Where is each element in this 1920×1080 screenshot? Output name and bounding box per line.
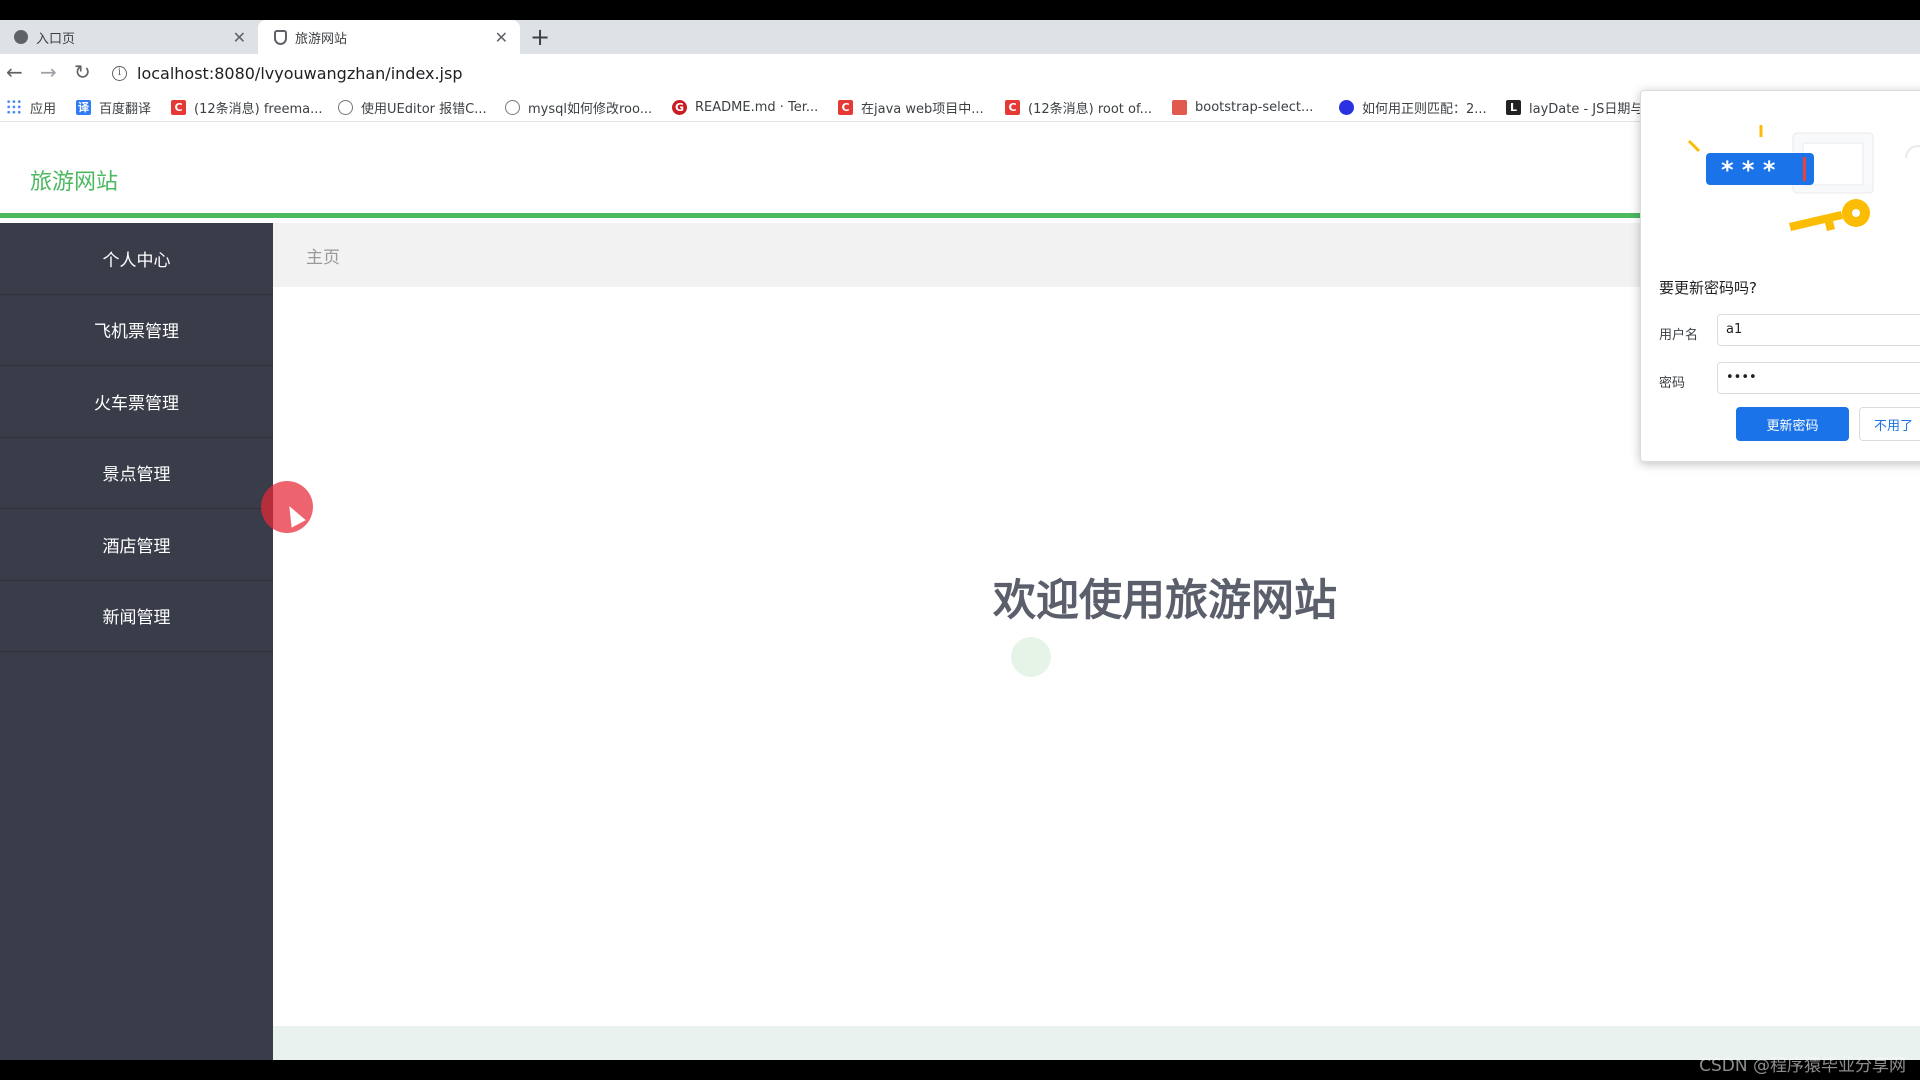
sidebar-item-personal-center[interactable]: 个人中心 [0,223,273,295]
bookmark-label: (12条消息) freema... [194,101,323,117]
bookmark-item[interactable]: C 在java web项目中... [838,97,984,117]
bookmark-icon [338,99,353,115]
browser-window: 入口页 ✕ 旅游网站 ✕ + ← → ↻ i localhost:8080/lv… [0,20,1920,1060]
bookmark-icon [505,99,520,115]
bookmark-label: README.md · Ter... [695,99,819,115]
bookmark-label: bootstrap-select... [1195,99,1314,115]
sidebar-item-attractions[interactable]: 景点管理 [0,438,273,509]
bookmark-label: (12条消息) root of... [1028,101,1152,117]
info-icon[interactable]: i [112,65,127,81]
decline-button[interactable]: 不用了 [1859,407,1920,441]
baidu-icon [1339,99,1354,115]
back-button[interactable]: ← [6,61,23,83]
popup-title: 要更新密码吗? [1659,279,1757,297]
password-label: 密码 [1659,376,1686,391]
layui-icon: L [1506,99,1521,115]
sidebar-item-hotels[interactable]: 酒店管理 [0,509,273,581]
bookmarks-bar: 应用 译 百度翻译 C (12条消息) freema... 使用UEditor … [0,92,1920,122]
tab-title: 入口页 [36,31,76,47]
bookmark-item[interactable]: bootstrap-select... [1172,97,1313,117]
apps-icon [6,99,22,115]
welcome-heading: 欢迎使用旅游网站 [993,576,1337,626]
close-icon[interactable]: ✕ [495,28,508,47]
tab-strip: 入口页 ✕ 旅游网站 ✕ + [0,20,1920,54]
url-text: localhost:8080/lvyouwangzhan/index.jsp [137,63,463,83]
sidebar-item-news[interactable]: 新闻管理 [0,581,273,652]
bookmark-item[interactable]: 译 百度翻译 [76,97,151,117]
illustration-stars: * * * [1721,156,1776,184]
csdn-icon: C [838,99,853,115]
watermark: CSDN @程序猿毕业分享网 [1699,1056,1906,1076]
loading-spinner [1011,637,1051,677]
bookmark-label: 在java web项目中... [861,101,984,117]
screen: 入口页 ✕ 旅游网站 ✕ + ← → ↻ i localhost:8080/lv… [0,0,1920,1080]
key-password-illustration: * * * [1687,125,1920,231]
bookmark-item[interactable]: mysql如何修改roo... [505,97,652,117]
new-tab-button[interactable]: + [530,24,550,50]
csdn-icon: C [1005,99,1020,115]
bookmark-item[interactable]: G README.md · Ter... [672,97,818,117]
bookmark-label: 如何用正则匹配：2... [1362,101,1487,117]
password-field[interactable]: •••• [1717,362,1920,394]
sidebar-item-flight-tickets[interactable]: 飞机票管理 [0,295,273,366]
sidebar: 个人中心 飞机票管理 火车票管理 景点管理 酒店管理 新闻管理 [0,223,273,1060]
translate-icon: 译 [76,99,91,115]
breadcrumb-home[interactable]: 主页 [306,243,340,268]
bookmark-label: layDate - JS日期与 [1529,101,1644,117]
bookmark-label: 使用UEditor 报错C... [361,101,487,117]
update-password-button[interactable]: 更新密码 [1736,407,1849,441]
page-header: 旅游网站 [0,122,1920,218]
bookmark-label: mysql如何修改roo... [528,101,653,117]
tab-entry-page[interactable]: 入口页 ✕ [0,20,258,54]
forward-button[interactable]: → [40,61,57,83]
bookmark-item[interactable]: L layDate - JS日期与 [1506,97,1643,117]
update-password-popup: * * * 要更新密码吗? 用户名 a1 密码 •••• 更新密码 不用了 [1640,90,1920,462]
globe-icon [14,30,28,44]
site-logo[interactable]: 旅游网站 [30,164,118,196]
csdn-icon: C [171,99,186,115]
reload-button[interactable]: ↻ [74,61,91,83]
username-field[interactable]: a1 [1717,314,1920,346]
tab-title: 旅游网站 [295,31,348,47]
bookmark-icon [1172,99,1187,115]
bookmark-item[interactable]: C (12条消息) freema... [171,97,322,117]
gitee-icon: G [672,99,687,115]
tab-travel-site[interactable]: 旅游网站 ✕ [258,20,520,54]
close-icon[interactable]: ✕ [233,28,246,47]
bookmark-apps[interactable]: 应用 [6,97,56,117]
web-page: 旅游网站 个人中心 飞机票管理 火车票管理 景点管理 酒店管理 新闻管理 主页 … [0,122,1920,1060]
browser-toolbar: ← → ↻ i localhost:8080/lvyouwangzhan/ind… [0,54,1920,92]
username-label: 用户名 [1659,328,1699,343]
address-bar[interactable]: i localhost:8080/lvyouwangzhan/index.jsp [112,56,1912,90]
bookmark-item[interactable]: 使用UEditor 报错C... [338,97,487,117]
bookmark-item[interactable]: C (12条消息) root of... [1005,97,1152,117]
bookmark-label: 百度翻译 [99,101,152,117]
bookmark-label: 应用 [30,101,57,117]
sidebar-item-train-tickets[interactable]: 火车票管理 [0,366,273,438]
bookmark-item[interactable]: 如何用正则匹配：2... [1339,97,1487,117]
page-footer [273,1026,1920,1060]
shield-icon [274,29,287,45]
